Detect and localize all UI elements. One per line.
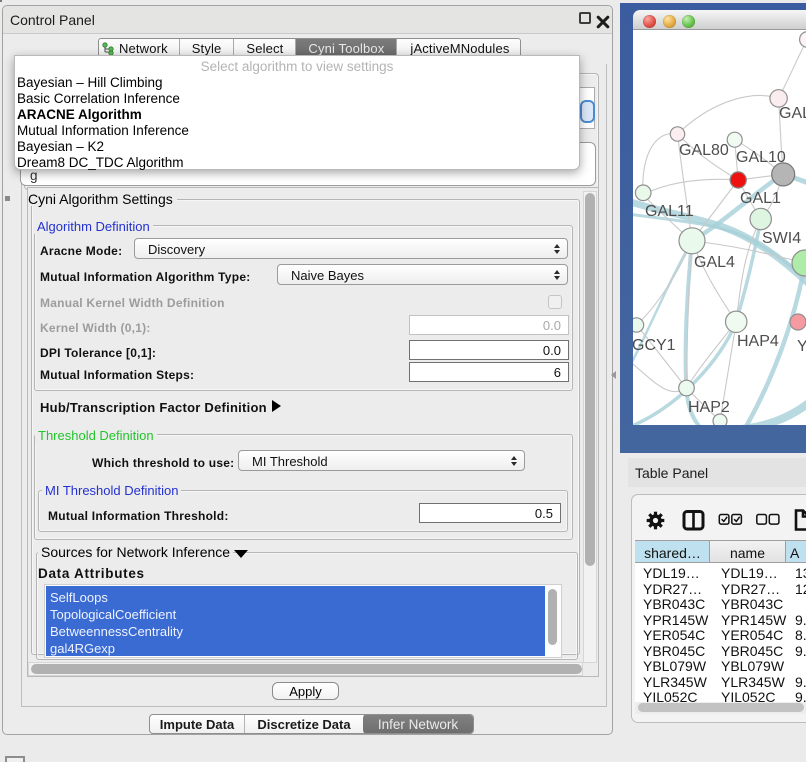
svg-text:GAL11: GAL11	[645, 203, 694, 220]
svg-text:GCY1: GCY1	[633, 337, 676, 354]
svg-text:GAL4: GAL4	[694, 254, 735, 271]
svg-text:HAP4: HAP4	[737, 333, 779, 350]
svg-text:GAL10: GAL10	[736, 149, 786, 166]
svg-text:GAL1: GAL1	[740, 190, 781, 207]
svg-text:Y: Y	[797, 338, 806, 355]
svg-text:GAL80: GAL80	[679, 142, 729, 159]
svg-text:HAP2: HAP2	[688, 399, 730, 416]
svg-text:SWI4: SWI4	[762, 230, 801, 247]
svg-text:GAL2: GAL2	[779, 105, 806, 122]
